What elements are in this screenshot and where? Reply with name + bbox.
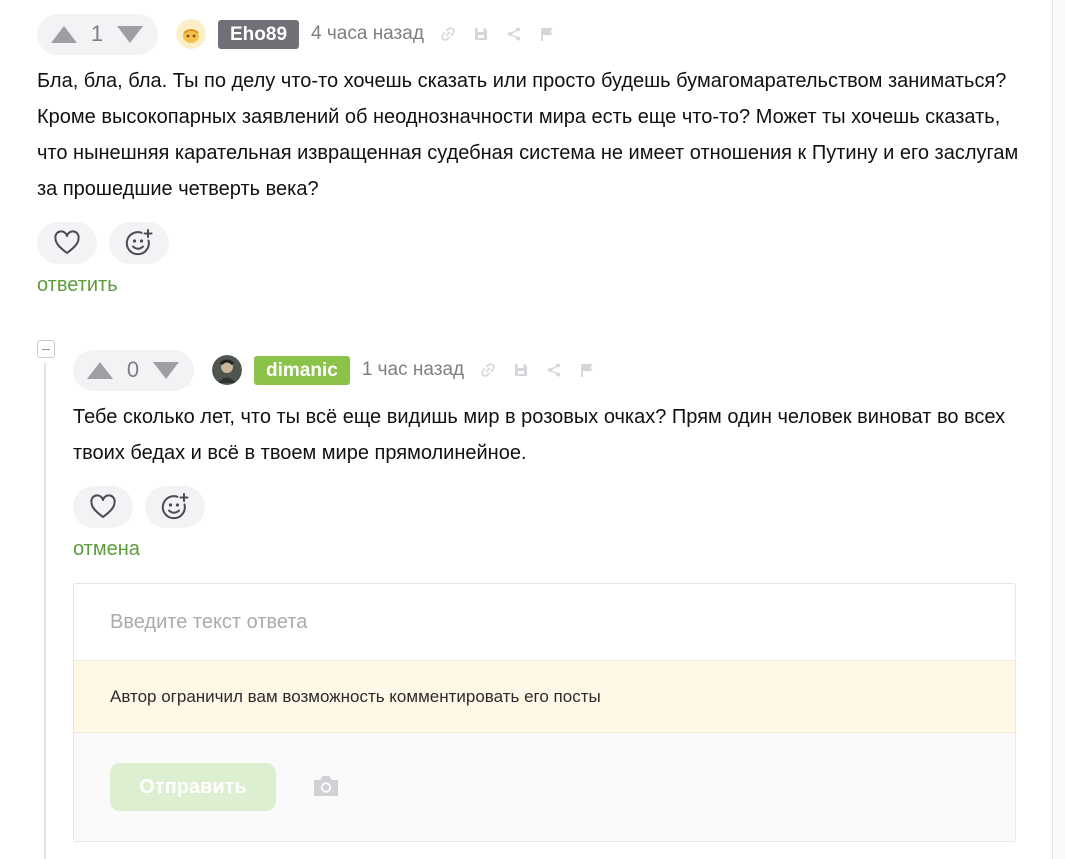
comment-tools — [438, 24, 570, 44]
comment-text: Тебе сколько лет, что ты всё еще видишь … — [73, 406, 1006, 464]
emoji-add-icon — [125, 229, 153, 256]
reply-form: Автор ограничил вам возможность комменти… — [73, 583, 1016, 842]
comment-tools — [478, 360, 610, 380]
username-badge[interactable]: Eho89 — [218, 19, 300, 49]
vote-count: 0 — [126, 357, 140, 382]
comment-header: 0 dimanic 1 час назад — [73, 349, 1023, 391]
link-icon[interactable] — [438, 24, 458, 44]
share-icon[interactable] — [504, 24, 524, 44]
like-button[interactable] — [73, 486, 133, 528]
save-icon[interactable] — [471, 24, 491, 44]
avatar[interactable] — [176, 19, 206, 49]
scrollbar[interactable] — [1052, 0, 1065, 859]
camera-icon[interactable] — [311, 773, 341, 799]
add-reaction-button[interactable] — [145, 486, 205, 528]
thread-line[interactable] — [44, 363, 46, 859]
timestamp[interactable]: 1 час назад — [362, 359, 464, 381]
reply-input[interactable] — [74, 584, 1015, 660]
link-icon[interactable] — [478, 360, 498, 380]
send-button[interactable]: Отправить — [110, 763, 276, 811]
add-reaction-button[interactable] — [109, 222, 169, 264]
flag-icon[interactable] — [537, 24, 557, 44]
collapse-thread-button[interactable] — [37, 340, 55, 358]
upvote-button[interactable] — [51, 25, 77, 43]
downvote-button[interactable] — [117, 25, 143, 43]
heart-icon — [90, 494, 116, 518]
vote-control: 1 — [37, 13, 158, 55]
comment-header: 1 Eho89 4 часа назад — [37, 13, 1027, 55]
username-badge[interactable]: dimanic — [254, 355, 350, 385]
avatar[interactable] — [212, 355, 242, 385]
save-icon[interactable] — [511, 360, 531, 380]
vote-control: 0 — [73, 349, 194, 391]
like-button[interactable] — [37, 222, 97, 264]
heart-icon — [54, 230, 80, 254]
upvote-button[interactable] — [87, 361, 113, 379]
downvote-button[interactable] — [153, 361, 179, 379]
comment: 1 Eho89 4 часа назад Бла, бла, бла. Ты п… — [37, 13, 1027, 297]
flag-icon[interactable] — [577, 360, 597, 380]
restriction-notice: Автор ограничил вам возможность комменти… — [74, 660, 1015, 733]
cancel-link[interactable]: отмена — [73, 538, 140, 561]
emoji-add-icon — [161, 493, 189, 520]
comment-actions — [73, 486, 1023, 528]
share-icon[interactable] — [544, 360, 564, 380]
timestamp[interactable]: 4 часа назад — [311, 23, 424, 45]
vote-count: 1 — [90, 21, 104, 46]
comment-text: Бла, бла, бла. Ты по делу что-то хочешь … — [37, 70, 1019, 200]
minus-icon — [42, 348, 50, 350]
reply-link[interactable]: ответить — [37, 274, 118, 297]
comment: 0 dimanic 1 час назад Тебе сколько лет, … — [73, 349, 1023, 561]
comment-actions — [37, 222, 1027, 264]
